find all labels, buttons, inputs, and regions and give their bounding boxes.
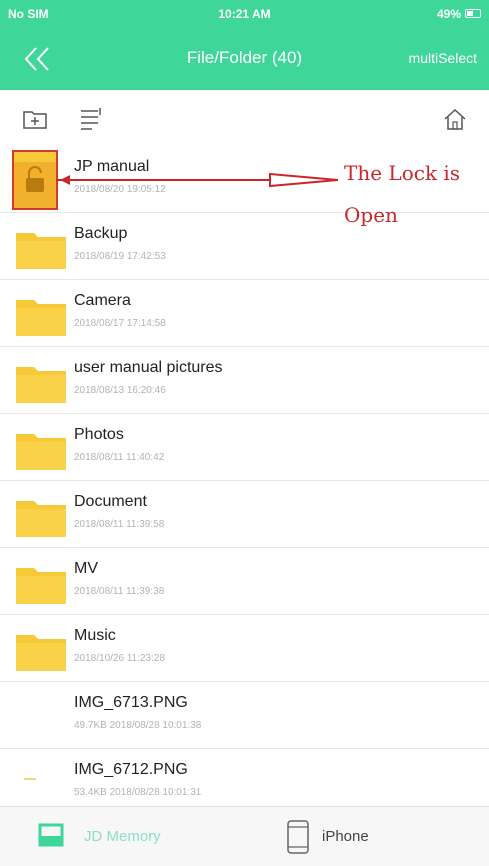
- status-bar: No SIM 10:21 AM 49%: [0, 0, 489, 28]
- multi-select-button[interactable]: multiSelect: [409, 50, 477, 66]
- tab-bar: JD Memory iPhone: [0, 806, 489, 866]
- list-item[interactable]: Document 2018/08/11 11:39:58: [0, 481, 489, 548]
- file-date: 2018/08/19 17:42:53: [74, 251, 166, 262]
- annotation-text-line2: Open: [344, 203, 398, 227]
- clock: 10:21 AM: [218, 7, 271, 21]
- phone-icon: [287, 820, 309, 854]
- file-name: user manual pictures: [74, 359, 223, 376]
- home-icon[interactable]: [442, 106, 468, 132]
- file-name: IMG_6713.PNG: [74, 694, 188, 711]
- file-name: Photos: [74, 426, 124, 443]
- file-name: Music: [74, 627, 116, 644]
- list-item[interactable]: Music 2018/10/26 11:23:28: [0, 615, 489, 682]
- file-date: 2018/08/11 11:39:38: [74, 586, 165, 597]
- nav-bar: File/Folder (40) multiSelect: [0, 28, 489, 90]
- list-item[interactable]: IMG_6712.PNG 53.4KB 2018/08/28 10:01:31: [0, 749, 489, 796]
- folder-icon: [16, 631, 66, 671]
- file-date: 2018/10/26 11:23:28: [74, 653, 166, 664]
- battery-percent: 49%: [436, 7, 461, 21]
- list-item[interactable]: IMG_6713.PNG 49.7KB 2018/08/28 10:01:38: [0, 682, 489, 749]
- tab-label: JD Memory: [84, 828, 161, 845]
- file-list: JP manual 2018/08/20 19:05:12 Backup 201…: [0, 146, 489, 796]
- file-name: MV: [74, 560, 98, 577]
- jd-memory-icon: [38, 823, 64, 847]
- list-item[interactable]: MV 2018/08/11 11:39:38: [0, 548, 489, 615]
- folder-icon: [16, 497, 66, 537]
- battery-icon: [465, 9, 481, 18]
- annotation-text-line1: The Lock is: [344, 161, 461, 185]
- file-date: 49.7KB 2018/08/28 10:01:38: [74, 720, 202, 731]
- tab-label: iPhone: [322, 828, 369, 845]
- file-date: 2018/08/13 16:20:46: [74, 385, 166, 396]
- file-name: Backup: [74, 225, 128, 242]
- lock-open-icon: [14, 152, 56, 192]
- file-date: 2018/08/11 11:39:58: [74, 519, 165, 530]
- new-folder-icon[interactable]: [22, 106, 48, 132]
- tab-jd-memory[interactable]: JD Memory: [0, 807, 244, 866]
- file-date: 2018/08/17 17:14:58: [74, 318, 166, 329]
- list-item[interactable]: Camera 2018/08/17 17:14:58: [0, 280, 489, 347]
- folder-icon: [16, 430, 66, 470]
- toolbar: [0, 90, 489, 146]
- folder-icon: [16, 363, 66, 403]
- file-name: Document: [74, 493, 147, 510]
- image-thumbnail-icon: [16, 698, 66, 738]
- tab-iphone[interactable]: iPhone: [244, 807, 488, 866]
- sort-list-icon[interactable]: [78, 106, 104, 132]
- image-thumbnail-icon: [16, 765, 66, 796]
- folder-icon: [16, 296, 66, 336]
- file-date: 53.4KB 2018/08/28 10:01:31: [74, 787, 202, 796]
- file-name: IMG_6712.PNG: [74, 761, 188, 778]
- list-item[interactable]: Backup 2018/08/19 17:42:53: [0, 213, 489, 280]
- file-name: Camera: [74, 292, 131, 309]
- list-item[interactable]: Photos 2018/08/11 11:40:42: [0, 414, 489, 481]
- file-date: 2018/08/11 11:40:42: [74, 452, 165, 463]
- folder-icon: [16, 564, 66, 604]
- list-item[interactable]: user manual pictures 2018/08/13 16:20:46: [0, 347, 489, 414]
- annotation-arrow: [56, 172, 339, 188]
- folder-icon: [16, 229, 66, 269]
